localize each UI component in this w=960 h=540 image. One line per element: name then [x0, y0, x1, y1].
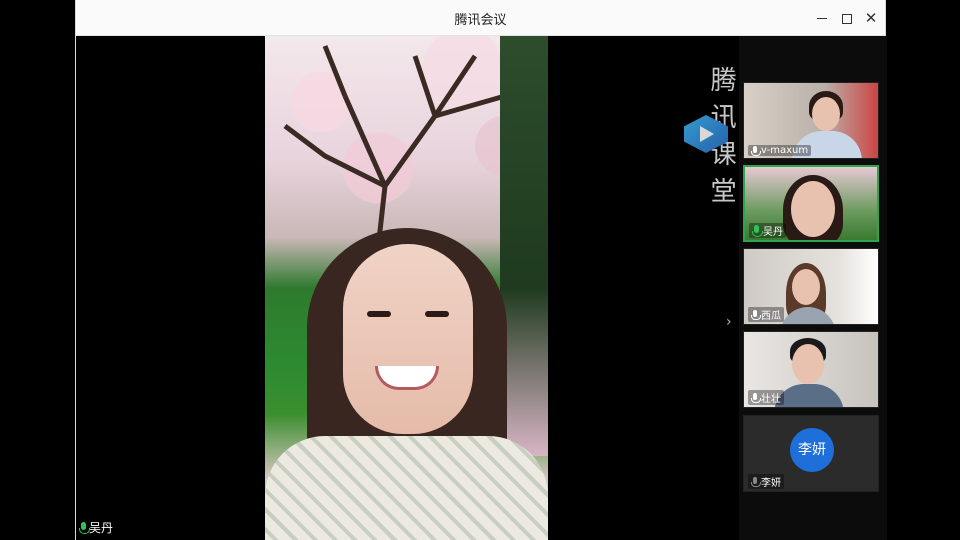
- tencent-classroom-logo-icon: [684, 115, 714, 153]
- participant-label: 李妍: [748, 474, 784, 489]
- mic-icon: [752, 224, 763, 237]
- participant-name: 西瓜: [761, 311, 781, 322]
- mic-icon: [751, 309, 761, 320]
- speaker-shirt: [265, 436, 548, 540]
- participant-tile[interactable]: 西瓜: [743, 248, 879, 325]
- close-icon[interactable]: ✕: [863, 10, 879, 26]
- title-bar: 腾讯会议 ✕: [76, 0, 885, 36]
- participant-face: [791, 181, 835, 237]
- main-stage: 吴丹 › 腾讯课堂: [76, 36, 739, 540]
- speaker-eye-right: [425, 311, 449, 317]
- window-title: 腾讯会议: [454, 13, 507, 28]
- participant-name: v-maxum: [761, 145, 809, 156]
- participant-panel: v-maxum 吴丹 西瓜 壮壮 李妍 李妍: [739, 36, 887, 540]
- participant-label: v-maxum: [748, 145, 812, 156]
- participant-name: 壮壮: [761, 394, 781, 405]
- mic-icon: [751, 145, 761, 156]
- speaker-eye-left: [367, 311, 391, 317]
- participant-face: [792, 269, 820, 305]
- participant-label: 壮壮: [748, 390, 784, 405]
- speaker-face: [343, 244, 473, 434]
- meeting-window: 腾讯会议 ✕ 吴丹 › 腾讯课堂 v-maxum 吴丹 西瓜 壮壮 李妍 李妍: [75, 0, 887, 540]
- participant-face: [792, 344, 824, 384]
- background-bush: [500, 36, 548, 456]
- participant-tile[interactable]: v-maxum: [743, 82, 879, 159]
- participant-tile[interactable]: 李妍 李妍: [743, 415, 879, 492]
- mic-icon: [751, 392, 761, 403]
- participant-label: 吴丹: [749, 223, 786, 238]
- maximize-icon[interactable]: [838, 10, 854, 26]
- avatar: 李妍: [790, 428, 834, 472]
- main-video[interactable]: [265, 36, 548, 540]
- main-speaker-label: 吴丹: [79, 519, 113, 536]
- main-speaker-name: 吴丹: [89, 521, 114, 535]
- participant-label: 西瓜: [748, 307, 784, 322]
- mic-muted-icon: [751, 476, 761, 487]
- mic-icon: [79, 521, 90, 534]
- participant-name: 吴丹: [763, 227, 783, 238]
- participant-tile[interactable]: 吴丹: [743, 165, 879, 242]
- participant-body: [774, 384, 844, 407]
- participant-tile[interactable]: 壮壮: [743, 331, 879, 408]
- minimize-icon[interactable]: [814, 10, 830, 26]
- participant-face: [812, 97, 840, 131]
- chevron-right-icon[interactable]: ›: [726, 314, 732, 330]
- participant-name: 李妍: [761, 478, 781, 489]
